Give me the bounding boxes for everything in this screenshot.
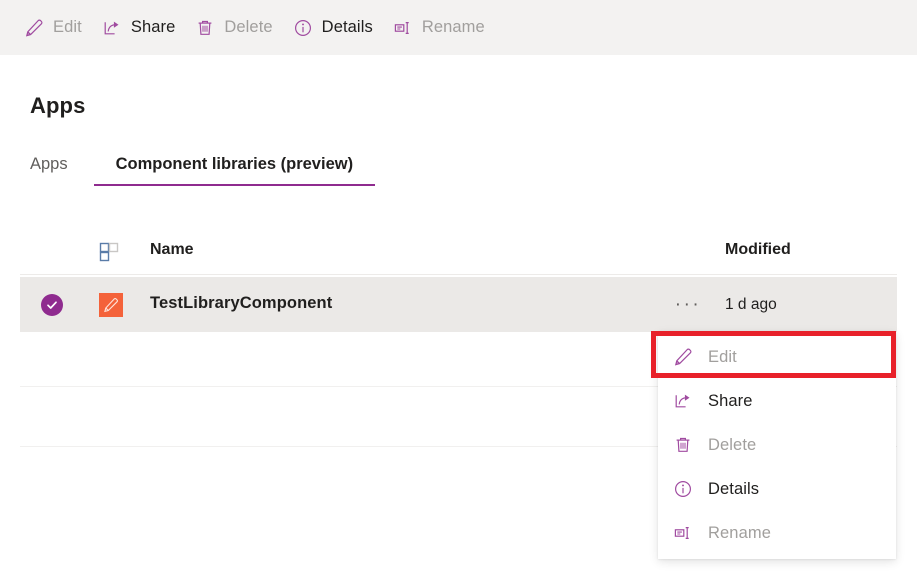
context-menu-item-delete[interactable]: Delete [658,423,896,467]
row-name-text[interactable]: TestLibraryComponent [150,294,332,313]
trash-icon [195,18,215,38]
pencil-icon [672,346,694,368]
component-grid-icon [98,241,120,263]
column-header-modified[interactable]: Modified [725,241,791,259]
command-details-button[interactable]: Details [293,8,373,48]
row-modified-text: 1 d ago [725,296,777,313]
tab-list: Apps Component libraries (preview) [30,155,376,186]
command-edit-label: Edit [53,18,82,36]
info-icon [672,478,694,500]
column-header-name[interactable]: Name [150,241,194,259]
context-menu-item-edit-label: Edit [708,347,737,366]
info-icon [293,18,313,38]
check-circle-icon[interactable] [41,294,63,316]
pencil-icon [24,18,44,38]
context-menu-item-details[interactable]: Details [658,467,896,511]
command-bar: Edit Share Delete Details Rename [0,0,917,55]
context-menu-item-details-label: Details [708,479,760,498]
table-row[interactable]: TestLibraryComponent ··· 1 d ago [20,277,897,332]
tab-component-libraries[interactable]: Component libraries (preview) [93,155,376,186]
share-icon [672,390,694,412]
context-menu-item-rename-label: Rename [708,523,771,542]
tab-apps-label: Apps [30,155,68,173]
command-rename-label: Rename [421,18,485,36]
command-delete-label: Delete [224,18,273,36]
context-menu-item-share[interactable]: Share [658,379,896,423]
command-details-label: Details [321,18,373,36]
context-menu-item-rename[interactable]: Rename [658,511,896,555]
command-rename-button[interactable]: Rename [393,8,485,48]
tab-component-libraries-label: Component libraries (preview) [115,155,354,173]
trash-icon [672,434,694,456]
rename-icon [393,18,413,38]
command-share-label: Share [130,18,176,36]
tab-apps[interactable]: Apps [30,155,94,186]
context-menu-item-share-label: Share [708,391,753,410]
share-icon [102,18,122,38]
command-edit-button[interactable]: Edit [24,8,82,48]
tab-active-underline [93,184,376,186]
ellipsis-icon[interactable]: ··· [672,295,704,315]
row-context-menu: Edit Share Delete Details Rename [658,331,896,559]
list-header-row: Name Modified [20,233,897,275]
command-delete-button[interactable]: Delete [195,8,273,48]
command-share-button[interactable]: Share [102,8,176,48]
page-title: Apps [30,93,86,118]
context-menu-item-edit[interactable]: Edit [658,335,896,379]
context-menu-item-delete-label: Delete [708,435,757,454]
rename-icon [672,522,694,544]
pencil-app-icon [99,293,123,317]
